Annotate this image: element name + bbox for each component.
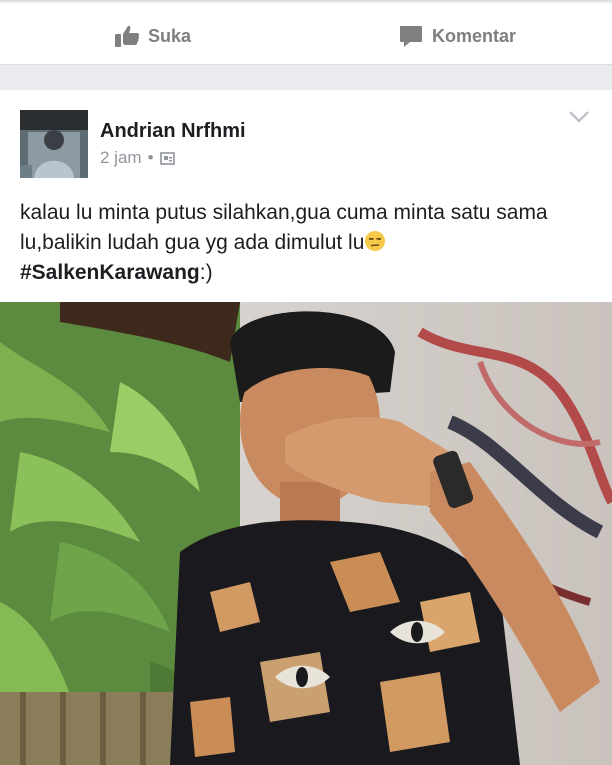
unamused-emoji [364, 230, 386, 252]
feed-separator [0, 65, 612, 89]
like-button[interactable]: Suka [114, 22, 191, 50]
post-card: Andrian Nrfhmi 2 jam • kalau lu minta pu… [0, 90, 612, 765]
thumbs-up-icon [115, 25, 140, 47]
author-name[interactable]: Andrian Nrfhmi [100, 120, 246, 143]
top-fade [0, 0, 612, 4]
chevron-down-icon[interactable] [568, 110, 590, 124]
photo-illustration [0, 302, 612, 765]
hashtag-link[interactable]: #SalkenKarawang [20, 261, 200, 284]
comment-bubble-icon [400, 26, 422, 47]
post-body: kalau lu minta putus silahkan,gua cuma m… [20, 201, 548, 254]
hashtag-suffix: :) [199, 261, 213, 284]
comment-button[interactable]: Komentar [398, 22, 516, 50]
previous-post-action-bar: Suka Komentar [0, 0, 612, 65]
avatar[interactable] [20, 110, 88, 178]
post-photo[interactable] [0, 302, 612, 765]
post-meta: 2 jam • [100, 148, 175, 168]
post-time[interactable]: 2 jam [100, 148, 142, 168]
comment-label: Komentar [432, 25, 517, 46]
meta-separator: • [147, 148, 154, 167]
avatar-image [20, 110, 88, 178]
friends-album-icon [159, 151, 175, 165]
like-label: Suka [148, 25, 192, 46]
post-text: kalau lu minta putus silahkan,gua cuma m… [20, 198, 595, 288]
